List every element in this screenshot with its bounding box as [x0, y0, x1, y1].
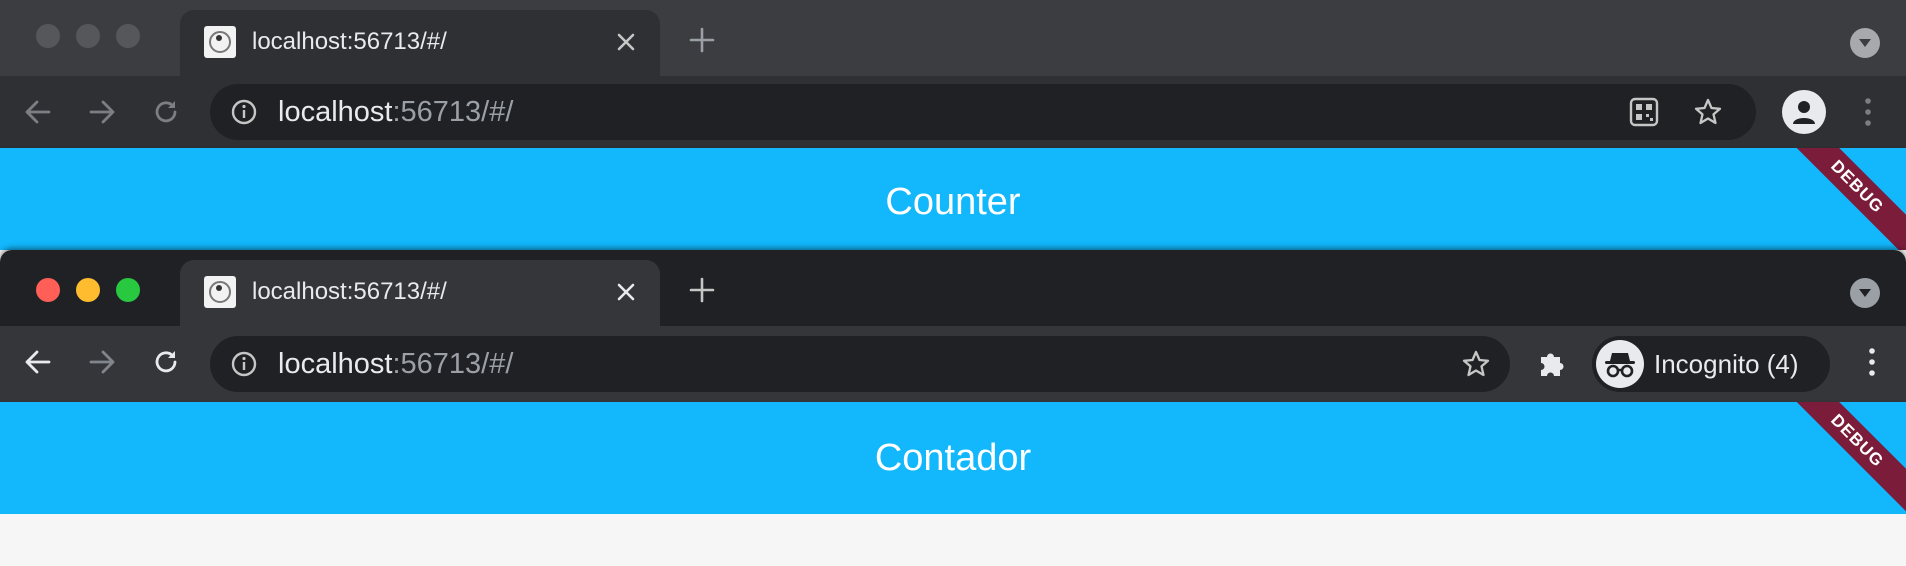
incognito-label: Incognito (4) [1654, 349, 1799, 379]
maximize-window-button[interactable] [116, 278, 140, 302]
tab-title: localhost:56713/#/ [252, 278, 447, 305]
plus-icon [689, 27, 715, 53]
tab-strip: localhost:56713/#/ [0, 250, 1906, 326]
bookmark-button[interactable] [1692, 96, 1724, 128]
minimize-window-button[interactable] [76, 278, 100, 302]
app-bar-title: Contador [874, 437, 1032, 479]
bookmark-button[interactable] [1460, 348, 1492, 380]
star-icon [1462, 350, 1490, 377]
close-icon [617, 283, 635, 301]
reload-button[interactable] [148, 344, 184, 380]
chevron-down-icon [1859, 39, 1871, 47]
more-vertical-icon [1865, 98, 1871, 126]
new-tab-button[interactable] [686, 24, 718, 56]
tab-active[interactable]: localhost:56713/#/ [180, 10, 660, 76]
traffic-lights [36, 278, 140, 302]
traffic-lights [36, 24, 140, 48]
forward-button[interactable] [84, 94, 120, 130]
person-icon [1793, 101, 1815, 124]
app-bar: Contador DEBUG [0, 402, 1906, 514]
maximize-window-button[interactable] [116, 24, 140, 48]
address-bar[interactable]: localhost:56713/#/ [210, 336, 1510, 392]
more-vertical-icon [1869, 348, 1875, 376]
qr-code-button[interactable] [1628, 96, 1660, 128]
plus-icon [689, 277, 715, 303]
app-bar: Counter DEBUG [0, 148, 1906, 250]
arrow-right-icon [89, 350, 115, 374]
app-body [0, 514, 1906, 566]
arrow-left-icon [25, 100, 51, 124]
info-icon[interactable] [230, 350, 258, 378]
favicon-icon [204, 276, 236, 308]
extensions-button[interactable] [1534, 346, 1570, 382]
new-tab-button[interactable] [686, 274, 718, 306]
arrow-left-icon [25, 350, 51, 374]
reload-icon [155, 351, 177, 373]
arrow-right-icon [89, 100, 115, 124]
reload-button[interactable] [148, 94, 184, 130]
browser-window-background: localhost:56713/#/ localhost:56713/#/ Co… [0, 0, 1906, 250]
tab-close-button[interactable] [614, 280, 638, 304]
address-bar[interactable]: localhost:56713/#/ [210, 84, 1756, 140]
tab-search-button[interactable] [1850, 28, 1880, 58]
close-window-button[interactable] [36, 278, 60, 302]
browser-menu-button[interactable] [1860, 96, 1876, 128]
url-text: localhost:56713/#/ [278, 96, 514, 128]
back-button[interactable] [20, 344, 56, 380]
tab-close-button[interactable] [614, 30, 638, 54]
tab-active[interactable]: localhost:56713/#/ [180, 260, 660, 326]
browser-menu-button[interactable] [1864, 346, 1880, 378]
incognito-indicator[interactable]: Incognito (4) [1592, 336, 1830, 392]
app-bar-title: Counter [885, 181, 1021, 223]
browser-toolbar: localhost:56713/#/ [0, 76, 1906, 148]
reload-icon [155, 101, 177, 123]
favicon-icon [204, 26, 236, 58]
close-icon [617, 33, 635, 51]
info-icon[interactable] [230, 98, 258, 126]
qr-code-icon [1629, 97, 1659, 127]
browser-toolbar: localhost:56713/#/ Incognito (4) [0, 326, 1906, 402]
chevron-down-icon [1859, 289, 1871, 297]
puzzle-piece-icon [1541, 353, 1564, 376]
minimize-window-button[interactable] [76, 24, 100, 48]
incognito-icon [1596, 340, 1644, 388]
profile-button[interactable] [1782, 90, 1826, 134]
tab-strip: localhost:56713/#/ [0, 0, 1906, 76]
back-button[interactable] [20, 94, 56, 130]
forward-button[interactable] [84, 344, 120, 380]
tab-title: localhost:56713/#/ [252, 28, 447, 55]
browser-window-incognito: localhost:56713/#/ localhost:56713/#/ In… [0, 250, 1906, 566]
url-text: localhost:56713/#/ [278, 348, 514, 380]
star-icon [1694, 98, 1722, 125]
tab-search-button[interactable] [1850, 278, 1880, 308]
close-window-button[interactable] [36, 24, 60, 48]
